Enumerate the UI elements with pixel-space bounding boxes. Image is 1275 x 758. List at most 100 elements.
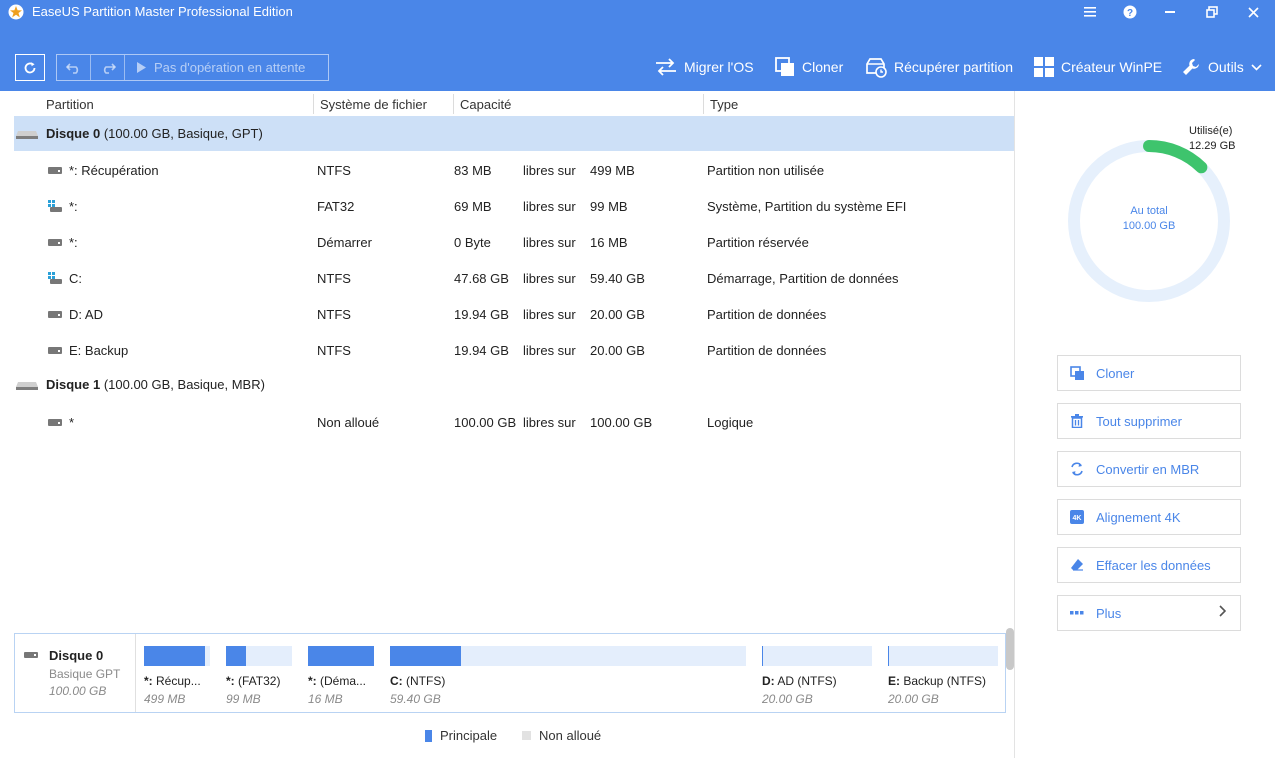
partition-row[interactable]: * Non alloué 100.00 GB libres sur 100.00… xyxy=(14,404,1014,440)
disk-row-0[interactable]: Disque 0 (100.00 GB, Basique, GPT) xyxy=(14,116,1014,151)
segment-size: 499 MB xyxy=(144,692,186,706)
partition-total: 100.00 GB xyxy=(590,415,653,430)
partition-type: Partition de données xyxy=(707,307,827,322)
partition-total: 59.40 GB xyxy=(590,271,645,286)
partition-free-sep: libres sur xyxy=(523,307,576,322)
winpe-creator-label: Créateur WinPE xyxy=(1061,59,1163,75)
partition-total: 16 MB xyxy=(590,235,628,250)
disk-map[interactable]: Disque 0 Basique GPT 100.00 GB *: Récup.… xyxy=(14,633,1006,713)
disk-drive-icon xyxy=(24,652,38,658)
segment-desc: Backup (NTFS) xyxy=(900,674,987,688)
legend-primary-swatch xyxy=(425,729,432,742)
segment-desc: (Déma... xyxy=(316,674,367,688)
disk-map-segment[interactable] xyxy=(226,646,292,666)
more-label: Plus xyxy=(1096,605,1122,621)
more-button[interactable]: Plus xyxy=(1057,595,1241,631)
menu-icon[interactable] xyxy=(1080,3,1100,21)
segment-used-fill xyxy=(888,646,889,666)
disk-drive-icon xyxy=(16,131,38,139)
column-filesystem[interactable]: Système de fichier xyxy=(320,97,427,112)
disk-row-1[interactable]: Disque 1 (100.00 GB, Basique, MBR) xyxy=(14,367,1014,402)
help-icon[interactable]: ? xyxy=(1120,3,1140,21)
disk-map-type: Basique GPT xyxy=(49,667,121,681)
disk-map-segment[interactable] xyxy=(888,646,998,666)
restore-icon[interactable] xyxy=(1202,3,1222,21)
tools-menu-button[interactable]: Outils xyxy=(1181,56,1262,78)
disk-label: Disque 1 (100.00 GB, Basique, MBR) xyxy=(46,377,265,392)
legend-unallocated: Non alloué xyxy=(522,728,601,743)
redo-button[interactable] xyxy=(91,55,125,80)
delete-all-button[interactable]: Tout supprimer xyxy=(1057,403,1241,439)
column-divider[interactable] xyxy=(703,94,704,114)
column-partition[interactable]: Partition xyxy=(46,97,94,112)
refresh-icon xyxy=(24,61,36,73)
minimize-icon[interactable] xyxy=(1160,3,1180,21)
partition-filesystem: NTFS xyxy=(317,307,351,322)
segment-letter: *: xyxy=(308,674,317,688)
disk-map-segment[interactable] xyxy=(390,646,746,666)
partition-free-sep: libres sur xyxy=(523,415,576,430)
clone-action-button[interactable]: Cloner xyxy=(1057,355,1241,391)
segment-used-fill xyxy=(762,646,763,666)
migrate-os-button[interactable]: Migrer l'OS xyxy=(655,56,754,78)
disk-map-segment[interactable] xyxy=(308,646,374,666)
partition-type: Démarrage, Partition de données xyxy=(707,271,899,286)
wipe-data-button[interactable]: Effacer les données xyxy=(1057,547,1241,583)
segment-size: 59.40 GB xyxy=(390,692,441,706)
disk-map-name: Disque 0 xyxy=(49,648,104,663)
partition-name: *: xyxy=(69,235,78,250)
align-4k-button[interactable]: 4K Alignement 4K xyxy=(1057,499,1241,535)
clone-icon xyxy=(775,57,794,76)
partition-row[interactable]: *: Démarrer 0 Byte libres sur 16 MB Part… xyxy=(14,224,1014,260)
column-divider[interactable] xyxy=(453,94,454,114)
partition-free-sep: libres sur xyxy=(523,343,576,358)
operation-group: Pas d'opération en attente xyxy=(56,54,329,81)
partition-row[interactable]: *: Récupération NTFS 83 MB libres sur 49… xyxy=(14,152,1014,188)
partition-free: 19.94 GB xyxy=(454,307,509,322)
segment-letter: C: xyxy=(390,674,403,688)
recover-partition-button[interactable]: Récupérer partition xyxy=(865,56,1013,78)
recover-partition-icon xyxy=(866,58,887,78)
scrollbar-thumb[interactable] xyxy=(1006,628,1014,670)
segment-label: *: (FAT32) xyxy=(226,674,280,688)
segment-size: 20.00 GB xyxy=(762,692,813,706)
delete-all-label: Tout supprimer xyxy=(1096,413,1182,429)
chevron-down-icon xyxy=(1251,63,1262,71)
close-icon[interactable] xyxy=(1243,3,1263,21)
refresh-button[interactable] xyxy=(15,54,45,81)
window-title: EaseUS Partition Master Professional Edi… xyxy=(32,4,293,19)
winpe-creator-button[interactable]: Créateur WinPE xyxy=(1034,56,1162,78)
segment-size: 16 MB xyxy=(308,692,343,706)
partition-drive-icon xyxy=(48,167,62,174)
windows-icon xyxy=(1034,57,1054,77)
toolbar: Pas d'opération en attente Migrer l'OS C… xyxy=(0,50,1275,84)
segment-used-fill xyxy=(226,646,246,666)
column-capacity[interactable]: Capacité xyxy=(460,97,511,112)
partition-free: 69 MB xyxy=(454,199,492,214)
apply-pending-button[interactable]: Pas d'opération en attente xyxy=(125,55,328,80)
partition-free: 19.94 GB xyxy=(454,343,509,358)
disk-map-segment[interactable] xyxy=(762,646,872,666)
partition-row[interactable]: D: AD NTFS 19.94 GB libres sur 20.00 GB … xyxy=(14,296,1014,332)
segment-desc: Récup... xyxy=(152,674,201,688)
partition-total: 20.00 GB xyxy=(590,307,645,322)
undo-button[interactable] xyxy=(57,55,91,80)
segment-letter: *: xyxy=(144,674,153,688)
partition-row[interactable]: *: FAT32 69 MB libres sur 99 MB Système,… xyxy=(14,188,1014,224)
disk-drive-icon xyxy=(16,382,38,390)
partition-filesystem: NTFS xyxy=(317,163,351,178)
segment-used-fill xyxy=(144,646,205,666)
column-divider[interactable] xyxy=(313,94,314,114)
segment-desc: (FAT32) xyxy=(234,674,281,688)
convert-mbr-button[interactable]: Convertir en MBR xyxy=(1057,451,1241,487)
clone-button[interactable]: Cloner xyxy=(775,56,843,78)
partition-row[interactable]: C: NTFS 47.68 GB libres sur 59.40 GB Dém… xyxy=(14,260,1014,296)
disk-map-segment[interactable] xyxy=(144,646,210,666)
partition-filesystem: Non alloué xyxy=(317,415,380,430)
partition-type: Logique xyxy=(707,415,754,430)
partition-row[interactable]: E: Backup NTFS 19.94 GB libres sur 20.00… xyxy=(14,332,1014,368)
column-type[interactable]: Type xyxy=(710,97,738,112)
convert-icon xyxy=(1071,462,1083,476)
disk-name: Disque 0 xyxy=(46,126,101,141)
partition-name: E: Backup xyxy=(69,343,129,358)
